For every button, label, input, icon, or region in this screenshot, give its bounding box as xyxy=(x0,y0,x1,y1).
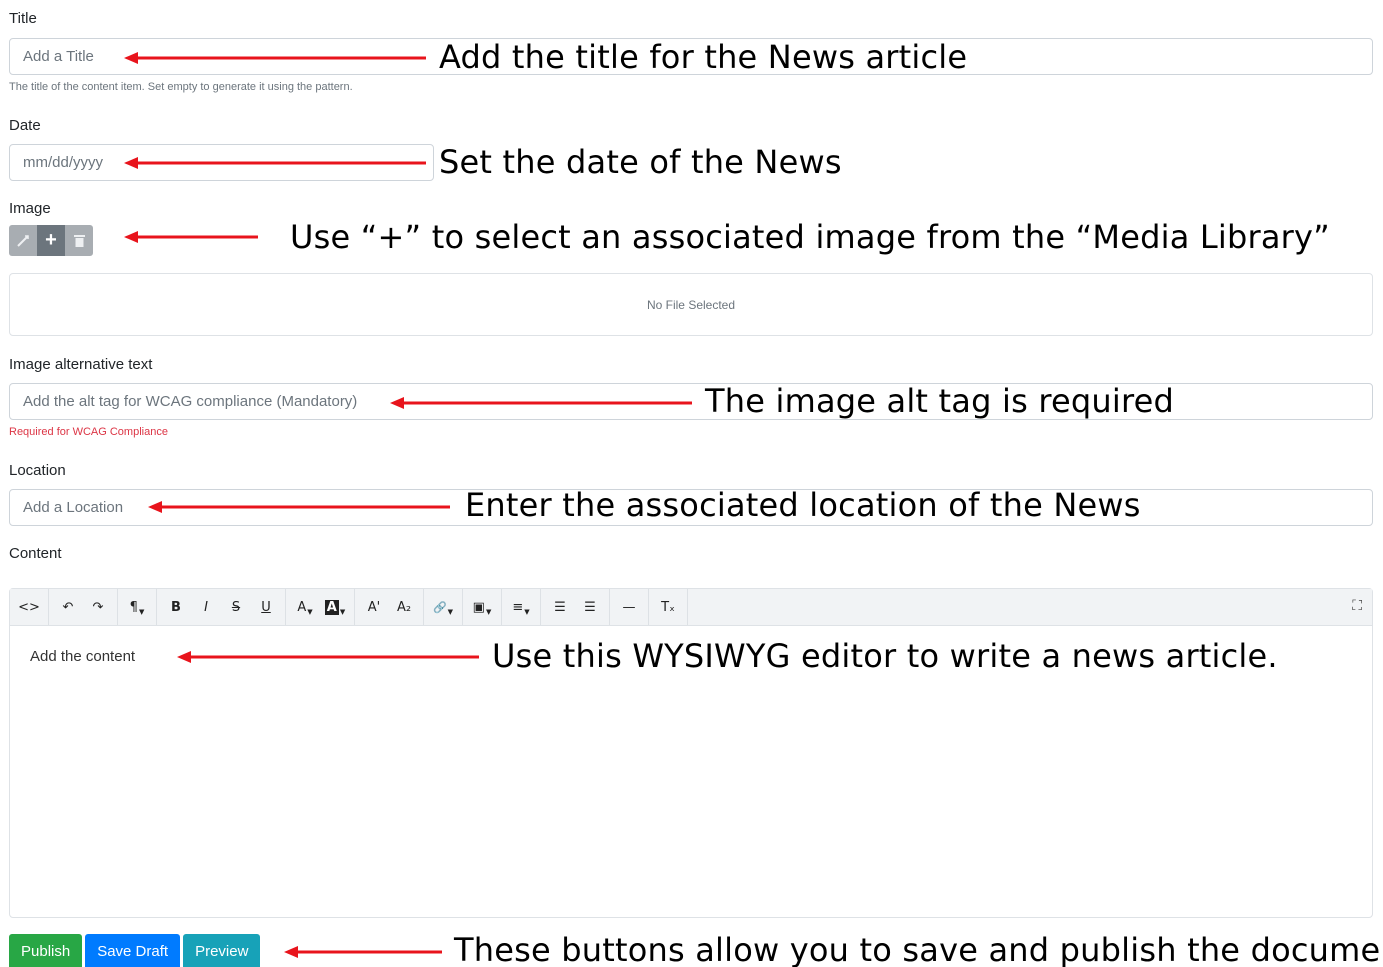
editor-content-text: Add the content xyxy=(30,648,136,665)
clear-formatting-icon[interactable]: Tₓ xyxy=(653,593,683,621)
location-placeholder: Add a Location xyxy=(23,499,124,516)
chevron-down-icon: ▼ xyxy=(339,608,346,616)
link-icon[interactable]: 🔗 ▼ xyxy=(428,593,458,621)
paragraph-format-icon[interactable]: ¶ ▼ xyxy=(122,593,152,621)
alt-text-error: Required for WCAG Compliance xyxy=(9,426,168,438)
paragraph-symbol: ¶ xyxy=(129,599,138,615)
image-dropzone[interactable]: No File Selected xyxy=(9,273,1373,336)
arrow-icon xyxy=(284,944,442,960)
link-symbol: 🔗 xyxy=(432,600,447,614)
publish-button[interactable]: Publish xyxy=(9,934,83,967)
code-view-icon[interactable]: <> xyxy=(14,593,44,621)
arrow-icon xyxy=(124,155,426,171)
image-symbol: ▣ xyxy=(472,599,485,615)
undo-icon[interactable]: ↶ xyxy=(53,593,83,621)
align-symbol: ≡ xyxy=(512,599,524,615)
preview-button[interactable]: Preview xyxy=(183,934,261,967)
title-help-text: The title of the content item. Set empty… xyxy=(9,81,353,93)
location-label: Location xyxy=(9,462,66,479)
fullscreen-icon[interactable]: ⛶ xyxy=(1352,597,1362,614)
chevron-down-icon: ▼ xyxy=(307,608,313,616)
background-color-icon[interactable]: A ▼ xyxy=(320,593,350,621)
bg-color-symbol: A xyxy=(324,599,339,615)
alt-text-annotation: The image alt tag is required xyxy=(705,382,1175,420)
horizontal-rule-icon[interactable]: — xyxy=(614,593,644,621)
image-label: Image xyxy=(9,200,51,217)
arrow-icon xyxy=(124,229,258,245)
date-placeholder: mm/dd/yyyy xyxy=(23,154,104,171)
date-label: Date xyxy=(9,117,41,134)
underline-icon[interactable]: U xyxy=(251,593,281,621)
no-file-text: No File Selected xyxy=(646,297,736,312)
editor-toolbar: <> ↶ ↷ ¶▼ B I S U A▼ A▼ A' A₂ 🔗▼ ▣▼ xyxy=(10,589,1372,626)
trash-icon[interactable] xyxy=(65,225,93,256)
strikethrough-icon[interactable]: S xyxy=(221,593,251,621)
align-icon[interactable]: ≡ ▼ xyxy=(506,593,536,621)
chevron-down-icon: ▼ xyxy=(138,608,145,616)
arrow-icon xyxy=(177,649,479,665)
alt-text-label: Image alternative text xyxy=(9,356,153,373)
font-color-symbol: A xyxy=(297,599,307,615)
font-color-icon[interactable]: A ▼ xyxy=(290,593,320,621)
actions-annotation: These buttons allow you to save and publ… xyxy=(454,931,1383,967)
content-label: Content xyxy=(9,545,62,562)
chevron-down-icon: ▼ xyxy=(524,608,530,616)
numbered-list-icon[interactable]: ☰ xyxy=(575,593,605,621)
image-button-group: + xyxy=(9,225,93,256)
title-label: Title xyxy=(9,10,37,27)
italic-icon[interactable]: I xyxy=(191,593,221,621)
location-annotation: Enter the associated location of the New… xyxy=(465,486,1141,524)
action-buttons: Publish Save Draft Preview xyxy=(9,934,261,967)
title-annotation: Add the title for the News article xyxy=(439,38,968,76)
subscript-icon[interactable]: A₂ xyxy=(389,593,419,621)
image-annotation: Use “+” to select an associated image fr… xyxy=(290,218,1330,256)
alt-text-placeholder: Add the alt tag for WCAG compliance (Man… xyxy=(23,393,358,410)
bold-icon[interactable]: B xyxy=(161,593,191,621)
redo-icon[interactable]: ↷ xyxy=(83,593,113,621)
date-annotation: Set the date of the News xyxy=(439,143,842,181)
save-draft-button[interactable]: Save Draft xyxy=(85,934,181,967)
plus-icon[interactable]: + xyxy=(37,225,65,256)
bulleted-list-icon[interactable]: ☰ xyxy=(545,593,575,621)
content-annotation: Use this WYSIWYG editor to write a news … xyxy=(492,637,1278,675)
crop-icon[interactable] xyxy=(9,225,37,256)
title-placeholder: Add a Title xyxy=(23,48,94,65)
chevron-down-icon: ▼ xyxy=(447,608,454,616)
arrow-icon xyxy=(124,50,426,66)
chevron-down-icon: ▼ xyxy=(485,608,492,616)
superscript-icon[interactable]: A' xyxy=(359,593,389,621)
arrow-icon xyxy=(390,395,692,411)
arrow-icon xyxy=(148,499,450,515)
insert-image-icon[interactable]: ▣ ▼ xyxy=(467,593,497,621)
